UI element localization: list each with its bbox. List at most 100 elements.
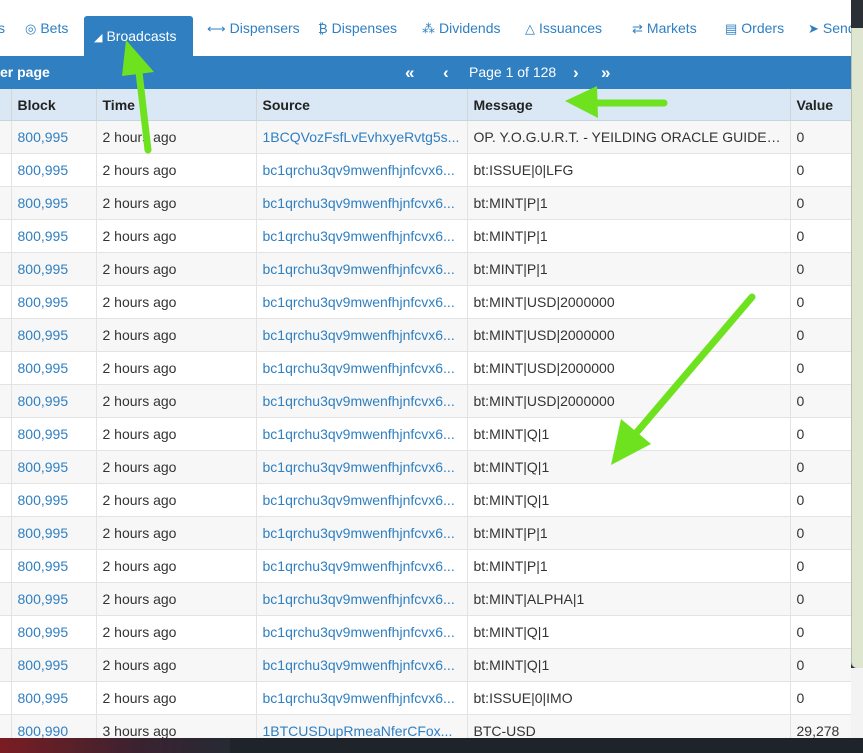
column-header-value[interactable]: Value [790,89,851,121]
tab-issuances[interactable]: △ Issuances [525,16,602,40]
time-cell: 2 hours ago [96,285,257,319]
source-cell[interactable]: bc1qrchu3qv9mwenfhjnfcvx6... [256,549,468,583]
table-row[interactable]: 800,995 2 hours ago bc1qrchu3qv9mwenfhjnfc… [0,615,851,649]
message-cell: bt:MINT|P|1 [467,186,791,220]
table-row[interactable]: 800,995 2 hours ago bc1qrchu3qv9mwenfhjnfc… [0,582,851,616]
row-spacer-cell [0,351,12,385]
source-cell[interactable]: bc1qrchu3qv9mwenfhjnfcvx6... [256,648,468,682]
desktop-taskbar-area [230,738,863,753]
block-cell[interactable]: 800,995 [11,483,97,517]
prev-page-button[interactable]: ‹ [443,56,449,89]
table-row[interactable]: 800,995 2 hours ago bc1qrchu3qv9mwenfhjnfc… [0,648,851,682]
per-page-label: er page [0,64,50,80]
source-cell[interactable]: bc1qrchu3qv9mwenfhjnfcvx6... [256,384,468,418]
tab-broadcasts[interactable]: ◢ Broadcasts [84,16,193,56]
megaphone-icon: ◢ [94,32,103,44]
message-cell: bt:MINT|USD|2000000 [467,351,791,385]
block-cell[interactable]: 800,995 [11,318,97,352]
source-cell[interactable]: bc1qrchu3qv9mwenfhjnfcvx6... [256,153,468,187]
block-cell[interactable]: 800,995 [11,384,97,418]
table-row[interactable]: 800,995 2 hours ago bc1qrchu3qv9mwenfhjnfc… [0,450,851,484]
table-row[interactable]: 800,995 2 hours ago bc1qrchu3qv9mwenfhjnfc… [0,186,851,220]
block-cell[interactable]: 800,995 [11,120,97,154]
block-cell[interactable]: 800,995 [11,219,97,253]
time-cell: 2 hours ago [96,549,257,583]
tab-send[interactable]: ➤Send [808,16,851,40]
column-header-block[interactable]: Block [11,89,97,121]
block-cell[interactable]: 800,995 [11,615,97,649]
table-row[interactable]: 800,995 2 hours ago bc1qrchu3qv9mwenfhjnfc… [0,384,851,418]
message-cell: bt:MINT|Q|1 [467,648,791,682]
paper-plane-icon: ➤ [808,21,819,36]
tab-markets[interactable]: ⇄ Markets [632,16,697,40]
source-cell[interactable]: bc1qrchu3qv9mwenfhjnfcvx6... [256,681,468,715]
block-cell[interactable]: 800,995 [11,351,97,385]
tab-dispenses[interactable]: ₿ Dispenses [318,16,397,40]
block-cell[interactable]: 800,995 [11,417,97,451]
column-header-source[interactable]: Source [256,89,468,121]
block-cell[interactable]: 800,995 [11,186,97,220]
block-cell[interactable]: 800,995 [11,153,97,187]
source-cell[interactable]: bc1qrchu3qv9mwenfhjnfcvx6... [256,186,468,220]
source-cell[interactable]: bc1qrchu3qv9mwenfhjnfcvx6... [256,450,468,484]
table-row[interactable]: 800,995 2 hours ago bc1qrchu3qv9mwenfhjnfc… [0,549,851,583]
source-cell[interactable]: bc1qrchu3qv9mwenfhjnfcvx6... [256,582,468,616]
row-spacer-cell [0,450,12,484]
source-cell[interactable]: 1BTCUSDupRmeaNferCFox... [256,714,468,738]
table-body: 800,995 2 hours ago 1BCQVozFsfLvEvhxyeRvtg… [0,120,851,738]
tab-orders[interactable]: ▤ Orders [725,16,784,40]
tab-offscreen-left[interactable]: s [0,16,5,40]
table-row[interactable]: 800,995 2 hours ago bc1qrchu3qv9mwenfhjnfc… [0,252,851,286]
source-cell[interactable]: bc1qrchu3qv9mwenfhjnfcvx6... [256,615,468,649]
table-row[interactable]: 800,995 2 hours ago bc1qrchu3qv9mwenfhjnfc… [0,285,851,319]
sitemap-icon: ⁂ [422,21,435,36]
table-row[interactable]: 800,995 2 hours ago bc1qrchu3qv9mwenfhjnfc… [0,318,851,352]
table-row[interactable]: 800,995 2 hours ago 1BCQVozFsfLvEvhxyeRvtg… [0,120,851,154]
time-cell: 2 hours ago [96,582,257,616]
row-spacer-cell [0,648,12,682]
source-cell[interactable]: bc1qrchu3qv9mwenfhjnfcvx6... [256,318,468,352]
source-cell[interactable]: bc1qrchu3qv9mwenfhjnfcvx6... [256,285,468,319]
block-cell[interactable]: 800,995 [11,681,97,715]
value-cell: 0 [790,516,851,550]
block-cell[interactable]: 800,995 [11,549,97,583]
source-cell[interactable]: bc1qrchu3qv9mwenfhjnfcvx6... [256,417,468,451]
block-cell[interactable]: 800,995 [11,252,97,286]
next-page-button[interactable]: › [573,56,579,89]
value-cell: 0 [790,681,851,715]
table-row[interactable]: 800,995 2 hours ago bc1qrchu3qv9mwenfhjnfc… [0,516,851,550]
tab-bets[interactable]: ◎ Bets [25,16,68,40]
table-row[interactable]: 800,990 3 hours ago 1BTCUSDupRmeaNferCFox.… [0,714,851,738]
block-cell[interactable]: 800,995 [11,582,97,616]
background-window-edge [851,28,863,668]
block-cell[interactable]: 800,995 [11,648,97,682]
source-cell[interactable]: bc1qrchu3qv9mwenfhjnfcvx6... [256,351,468,385]
table-row[interactable]: 800,995 2 hours ago bc1qrchu3qv9mwenfhjnfc… [0,219,851,253]
table-row[interactable]: 800,995 2 hours ago bc1qrchu3qv9mwenfhjnfc… [0,483,851,517]
block-cell[interactable]: 800,995 [11,285,97,319]
source-cell[interactable]: bc1qrchu3qv9mwenfhjnfcvx6... [256,516,468,550]
source-cell[interactable]: bc1qrchu3qv9mwenfhjnfcvx6... [256,483,468,517]
table-row[interactable]: 800,995 2 hours ago bc1qrchu3qv9mwenfhjnfc… [0,681,851,715]
row-spacer-cell [0,615,12,649]
value-cell: 0 [790,219,851,253]
last-page-button[interactable]: » [601,56,610,89]
block-cell[interactable]: 800,995 [11,450,97,484]
source-cell[interactable]: bc1qrchu3qv9mwenfhjnfcvx6... [256,252,468,286]
browser-window: s ◎ Bets ◢ Broadcasts ⟷ Dispensers ₿ Dispens… [0,0,851,738]
background-window-edge-lower [851,668,863,738]
row-spacer-cell [0,384,12,418]
table-row[interactable]: 800,995 2 hours ago bc1qrchu3qv9mwenfhjnfc… [0,351,851,385]
table-row[interactable]: 800,995 2 hours ago bc1qrchu3qv9mwenfhjnfc… [0,153,851,187]
tab-dividends[interactable]: ⁂ Dividends [422,16,500,40]
table-row[interactable]: 800,995 2 hours ago bc1qrchu3qv9mwenfhjnfc… [0,417,851,451]
block-cell[interactable]: 800,995 [11,516,97,550]
tab-dispensers[interactable]: ⟷ Dispensers [207,16,300,40]
source-cell[interactable]: 1BCQVozFsfLvEvhxyeRvtg5s... [256,120,468,154]
source-cell[interactable]: bc1qrchu3qv9mwenfhjnfcvx6... [256,219,468,253]
first-page-button[interactable]: « [405,56,414,89]
block-cell[interactable]: 800,990 [11,714,97,738]
message-cell: bt:MINT|Q|1 [467,483,791,517]
column-header-message[interactable]: Message [467,89,791,121]
column-header-time[interactable]: Time [96,89,257,121]
